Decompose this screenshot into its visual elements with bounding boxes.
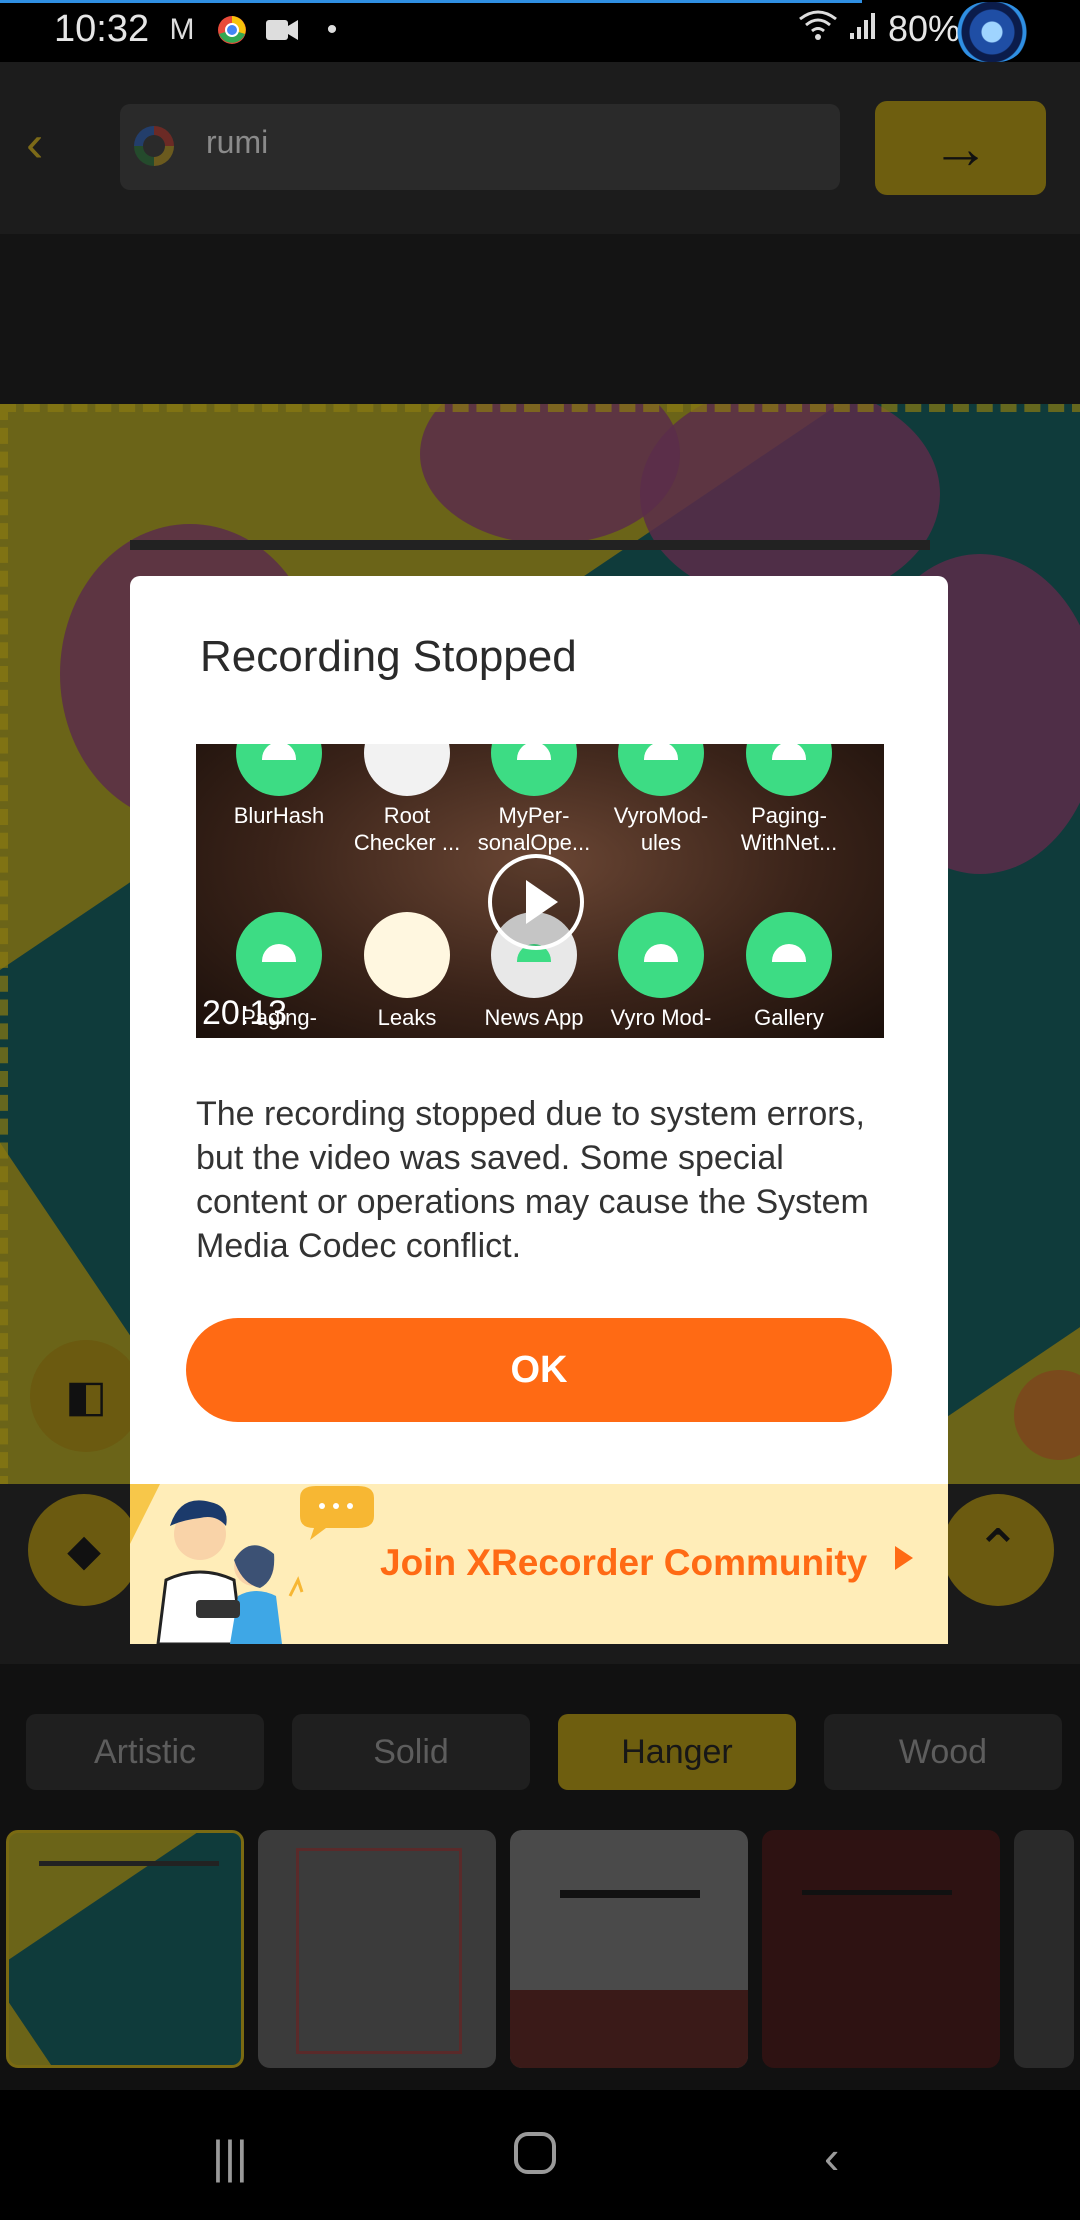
play-icon[interactable] [488,854,584,950]
home-icon[interactable] [512,2130,558,2187]
preview-app: Root Checker ... [347,744,467,856]
root-checker-icon [364,744,450,796]
tab-wood[interactable]: Wood [824,1714,1062,1790]
android-icon [236,912,322,998]
wifi-icon [798,8,838,50]
recording-progress-line [0,0,862,3]
preview-app: Paging-WithNet... [729,744,849,856]
search-query-text: rumi [206,124,269,160]
android-icon [746,744,832,796]
preview-app-label: Gallery [754,1005,824,1030]
go-button[interactable]: → [875,101,1046,195]
compare-button[interactable]: ◧ [30,1340,142,1452]
status-time: 10:32 [54,8,150,50]
community-illustration [130,1484,374,1644]
notification-icons: M • [164,12,350,48]
video-call-icon [264,12,300,48]
android-icon [491,744,577,796]
recents-icon[interactable]: ||| [212,2130,248,2184]
back-nav-icon[interactable]: ‹ [824,2130,839,2184]
android-icon [618,912,704,998]
expand-up-button[interactable]: ⌃ [942,1494,1054,1606]
chrome-icon [214,12,250,48]
eraser-icon: ◆ [67,1525,101,1575]
frame-category-tabs: Artistic Solid Hanger Wood [26,1714,1062,1790]
preview-app-label: Vyro Mod- [610,1005,712,1030]
android-icon [236,744,322,796]
eraser-button[interactable]: ◆ [28,1494,140,1606]
spacer-band [0,234,1080,404]
preview-app-label: VyroMod-ules [613,803,709,855]
preview-app: BlurHash [219,744,339,829]
preview-app: Leaks [347,912,467,1031]
back-arrow-icon[interactable]: ‹ [26,118,62,170]
preview-app-label: Root Checker ... [353,803,461,855]
battery-percent: 80% [887,8,960,49]
tab-artistic[interactable]: Artistic [26,1714,264,1790]
tab-solid[interactable]: Solid [292,1714,530,1790]
frame-thumbnail[interactable] [6,1830,244,2068]
chevron-up-icon: ⌃ [974,1518,1022,1581]
frame-thumbnail[interactable] [1014,1830,1074,2068]
preview-app: VyroMod-ules [601,744,721,856]
leaks-duck-icon [364,912,450,998]
play-arrow-icon [895,1546,913,1570]
preview-app-label: Paging-WithNet... [740,803,838,855]
community-link-text[interactable]: Join XRecorder Community [380,1542,867,1584]
preview-app-label: Leaks [377,1005,437,1030]
dialog-title: Recording Stopped [200,632,577,681]
dot-icon: • [326,13,338,46]
preview-app: MyPer-sonalOpe... [474,744,594,856]
preview-app-label: BlurHash [233,803,325,828]
signal-icon [848,8,878,50]
screen-recorder-icon[interactable] [956,2,1028,62]
dialog-message: The recording stopped due to system erro… [196,1095,869,1265]
frame-thumbnail[interactable] [762,1830,1000,2068]
recording-stopped-dialog: Recording Stopped BlurHash Root Checker … [130,576,948,1644]
tab-hanger[interactable]: Hanger [558,1714,796,1790]
frame-thumbnails [6,1830,1074,2068]
preview-app: Vyro Mod- [601,912,721,1031]
preview-app-label: MyPer-sonalOpe... [477,803,591,855]
compare-icon: ◧ [65,1371,107,1421]
gmail-icon: M [169,13,195,46]
video-preview[interactable]: BlurHash Root Checker ... MyPer-sonalOpe… [196,744,884,1038]
arrow-right-icon: → [931,115,990,181]
frame-thumbnail[interactable] [510,1830,748,2068]
google-icon [134,126,174,166]
preview-app-label: News App [484,1005,584,1030]
android-icon [618,744,704,796]
preview-app: Gallery [729,912,849,1031]
ok-button[interactable]: OK [186,1318,892,1422]
frame-thumbnail[interactable] [258,1830,496,2068]
video-duration: 20:13 [202,994,288,1032]
android-icon [746,912,832,998]
community-banner[interactable]: Join XRecorder Community [130,1484,948,1644]
status-bar: 10:32 M • 80% [0,0,1080,62]
